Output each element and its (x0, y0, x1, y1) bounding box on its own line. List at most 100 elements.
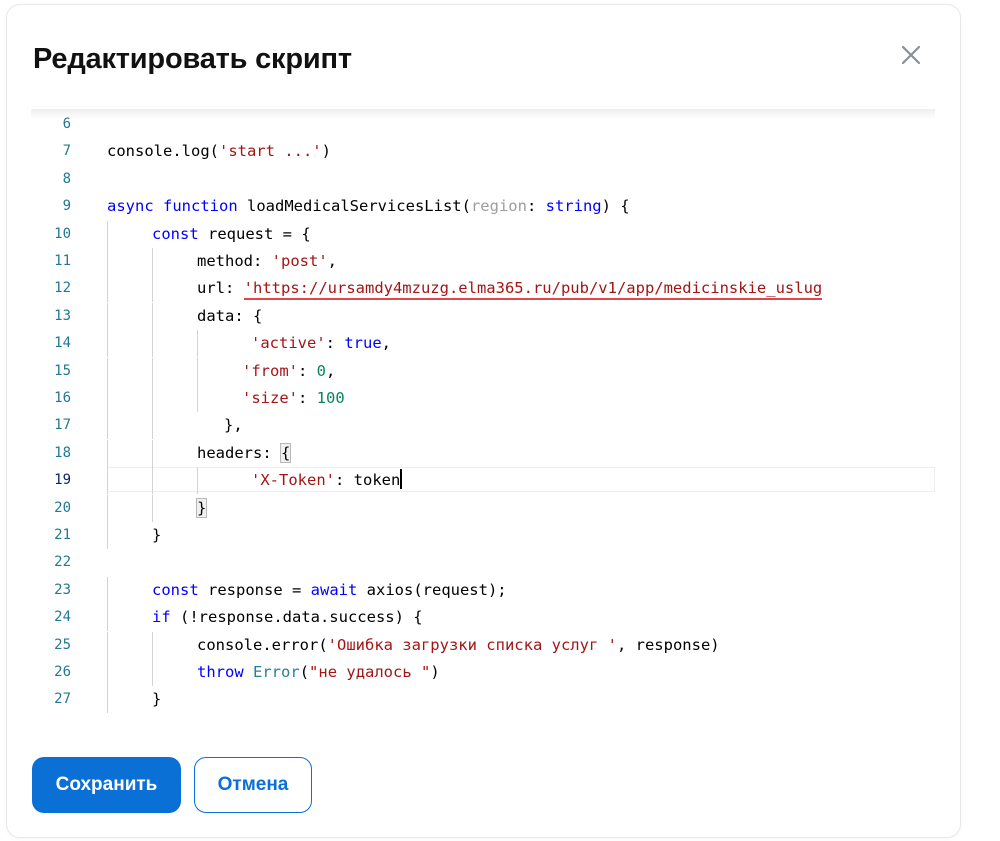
edit-script-dialog: Редактировать скрипт 6 7 console.log('star… (6, 4, 961, 838)
code-line[interactable]: 8 (31, 166, 935, 193)
indent-guide (107, 576, 108, 604)
code-token-error: 'https://ursamdy4mzuzg.elma365.ru/pub/v1… (243, 279, 823, 301)
code-line[interactable]: 27} (31, 686, 935, 714)
code-token: Error (253, 663, 300, 681)
indent-guide (107, 494, 108, 522)
code-line[interactable]: 26 throw Error("не удалось ") (31, 659, 935, 686)
indent-guide (107, 385, 108, 412)
code-text: method: 'post', (197, 248, 337, 275)
line-number: 11 (54, 253, 71, 269)
code-token: throw (197, 663, 244, 681)
indent-guide (107, 631, 108, 659)
code-text: async function loadMedicalServicesList(r… (107, 193, 630, 220)
indent-guide (107, 357, 108, 385)
code-text: url: 'https://ursamdy4mzuzg.elma365.ru/p… (197, 275, 823, 302)
code-token: ) { (601, 197, 630, 216)
indent-guide (107, 248, 108, 275)
line-number: 24 (54, 609, 71, 626)
code-text: } (152, 522, 161, 549)
code-text: console.error('Ошибка загрузки списка ус… (197, 632, 720, 659)
code-token: response = (198, 580, 311, 599)
code-line[interactable]: 10 const request = { (31, 220, 935, 248)
indent-guide (107, 522, 108, 549)
code-line[interactable]: 11 method: 'post', (31, 248, 935, 275)
line-number: 18 (54, 444, 71, 461)
code-token: : (325, 334, 345, 353)
code-line[interactable]: 14 'active': true, (31, 330, 935, 358)
line-number: 6 (62, 116, 71, 132)
code-text: 'from': 0, (242, 358, 335, 385)
code-token: true (344, 334, 382, 353)
code-token: : (526, 197, 546, 216)
code-token: } (152, 526, 162, 544)
dialog-title: Редактировать скрипт (33, 43, 352, 75)
line-number: 15 (54, 362, 71, 379)
code-line[interactable]: 23 const response = await axios(request); (31, 576, 935, 604)
cancel-button[interactable]: Отмена (194, 757, 312, 813)
code-line[interactable]: 22 (31, 549, 935, 576)
code-line[interactable]: 12 url: 'https://ursamdy4mzuzg.elma365.ru… (31, 275, 935, 303)
code-line[interactable]: 9 async function loadMedicalServicesList(… (31, 193, 935, 220)
line-number: 21 (54, 527, 71, 543)
code-token: , response) (616, 635, 720, 654)
code-token: (!response.data.success) { (170, 608, 423, 627)
indent-guide (107, 330, 108, 358)
code-line[interactable]: 20} (31, 494, 935, 522)
indent-guide (152, 412, 153, 440)
line-number: 19 (54, 472, 71, 489)
code-token: axios(request); (357, 580, 507, 599)
code-line[interactable]: 13 data: { (31, 302, 935, 330)
code-line[interactable]: 6 (31, 111, 935, 138)
indent-guide (152, 659, 153, 686)
code-token: 'start ...' (218, 142, 322, 161)
indent-guide (152, 330, 153, 358)
code-line[interactable]: 24 if (!response.data.success) { (31, 604, 935, 632)
indent-guide (152, 275, 153, 303)
code-token: 'active' (251, 334, 326, 353)
code-line[interactable]: 17}, (31, 412, 935, 440)
code-text: data: { (197, 303, 262, 330)
line-number: 26 (54, 664, 71, 680)
indent-guide (152, 385, 153, 412)
code-editor[interactable]: 6 7 console.log('start ...') 8 9 async functi… (31, 109, 935, 715)
code-token: : (298, 361, 317, 380)
current-line-highlight (107, 467, 935, 493)
line-number: 27 (54, 691, 71, 708)
indent-guide (152, 467, 153, 495)
line-number: 14 (54, 335, 71, 352)
save-button[interactable]: Сохранить (32, 757, 181, 813)
code-line[interactable]: 7 console.log('start ...') (31, 138, 935, 165)
line-number: 12 (54, 280, 71, 297)
code-text: } (152, 686, 161, 713)
close-icon[interactable] (893, 37, 929, 73)
indent-guide (152, 631, 153, 659)
indent-guide (107, 467, 108, 495)
code-token: const (152, 580, 199, 599)
code-token: function (163, 197, 238, 216)
code-token: 'X-Token' (251, 471, 335, 490)
code-line[interactable]: 19 'X-Token': token (31, 467, 935, 495)
indent-guide (107, 604, 108, 632)
code-token: region (470, 197, 527, 216)
code-line[interactable]: 16 'size': 100 (31, 385, 935, 412)
code-line[interactable]: 18 headers: { (31, 439, 935, 467)
code-text: } (195, 495, 208, 522)
line-number: 23 (54, 581, 71, 598)
code-text: 'X-Token': token (251, 467, 403, 494)
code-line[interactable]: 15 'from': 0, (31, 357, 935, 385)
line-number: 9 (62, 198, 71, 215)
code-text: }, (224, 412, 243, 439)
indent-guide (107, 412, 108, 440)
code-token: } (152, 690, 162, 709)
code-line[interactable]: 21} (31, 522, 935, 549)
code-token: console.error( (197, 635, 328, 654)
code-token: : (298, 389, 317, 407)
code-line[interactable]: 25 console.error('Ошибка загрузки списка … (31, 631, 935, 659)
indent-guide (107, 275, 108, 303)
text-cursor (400, 469, 403, 490)
code-token: , (381, 334, 391, 353)
line-number: 17 (54, 417, 71, 434)
line-number: 8 (62, 170, 71, 187)
code-token: string (545, 197, 602, 216)
